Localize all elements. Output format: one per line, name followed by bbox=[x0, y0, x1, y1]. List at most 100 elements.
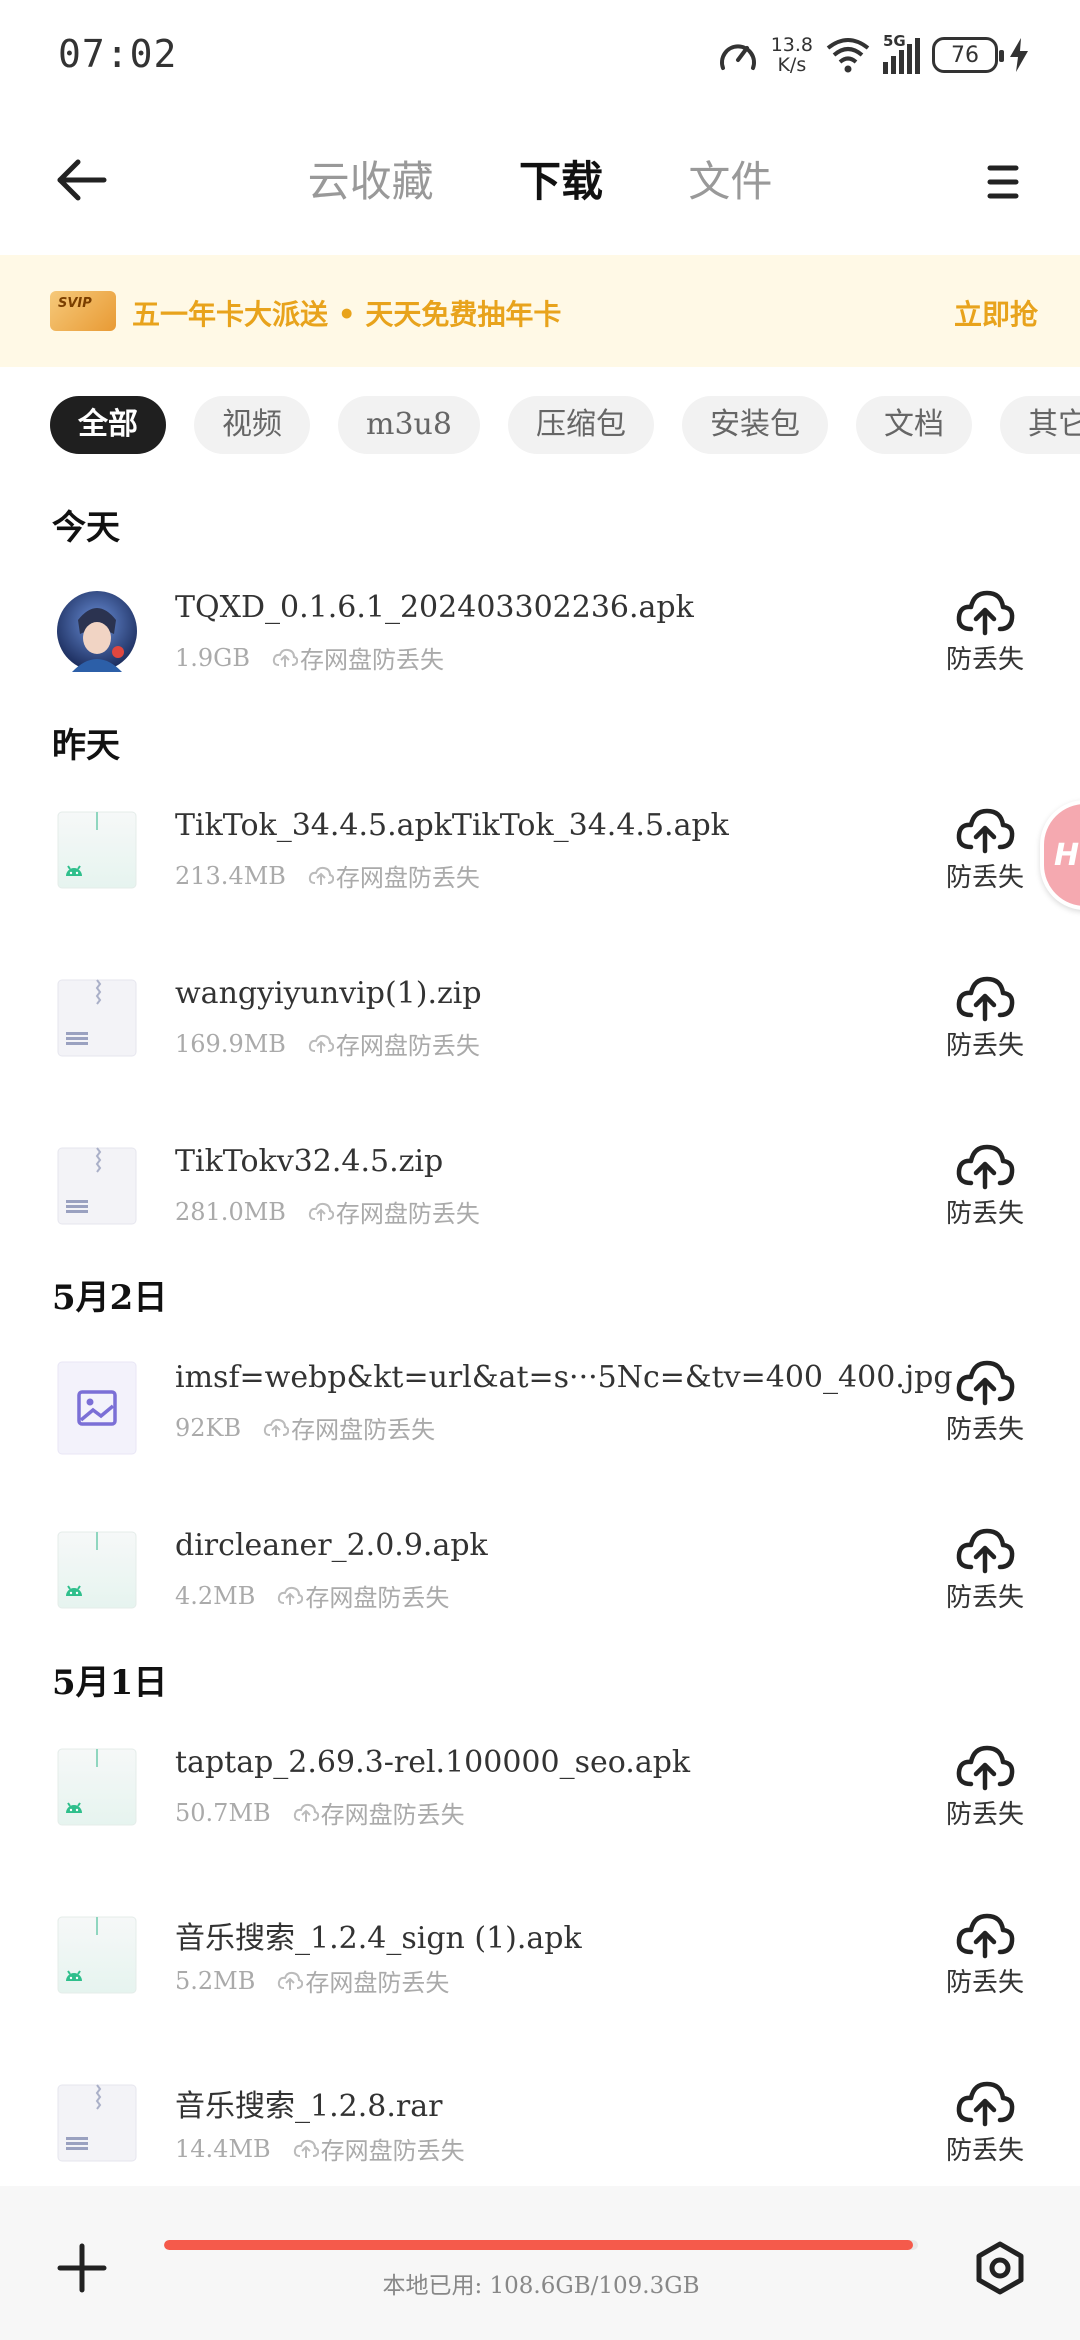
cloud-upload-icon bbox=[956, 2081, 1015, 2127]
file-meta: 5.2MB 存网盘防丢失 bbox=[175, 1963, 449, 1998]
cloud-upload-icon bbox=[956, 1528, 1015, 1574]
charging-icon bbox=[1010, 38, 1028, 72]
file-meta: 281.0MB 存网盘防丢失 bbox=[175, 1194, 480, 1229]
file-meta: 50.7MB 存网盘防丢失 bbox=[175, 1795, 465, 1830]
menu-icon[interactable] bbox=[972, 154, 1032, 210]
file-name: taptap_2.69.3-rel.100000_seo.apk bbox=[175, 1745, 691, 1780]
file-row[interactable]: imsf=webp&kt=url&at=s···5Nc=&tv=400_400.… bbox=[0, 1360, 1080, 1510]
save-to-cloud-hint: 存网盘防丢失 bbox=[305, 1969, 450, 1997]
file-size: 5.2MB bbox=[175, 1966, 256, 1995]
settings-hexagon-icon[interactable] bbox=[970, 2238, 1030, 2298]
section-header: 昨天 bbox=[52, 726, 120, 766]
tab-files[interactable]: 文件 bbox=[688, 148, 772, 209]
upload-label: 防丢失 bbox=[945, 1583, 1024, 1613]
game-avatar-icon bbox=[56, 590, 138, 672]
zip-file-icon bbox=[56, 1144, 138, 1226]
file-row[interactable]: 音乐搜索_1.2.4_sign (1).apk 5.2MB 存网盘防丢失 防丢失 bbox=[0, 1913, 1080, 2063]
cloud-upload-small-icon bbox=[308, 1202, 334, 1221]
apk-file-icon bbox=[56, 1913, 138, 1995]
cloud-upload-small-icon bbox=[272, 648, 298, 667]
upload-backup-button[interactable]: 防丢失 bbox=[945, 803, 1025, 894]
section-header: 今天 bbox=[52, 508, 120, 548]
upload-label: 防丢失 bbox=[945, 1415, 1024, 1445]
file-name: imsf=webp&kt=url&at=s···5Nc=&tv=400_400.… bbox=[175, 1360, 953, 1395]
file-name: TikTok_34.4.5.apkTikTok_34.4.5.apk bbox=[175, 808, 729, 843]
zip-file-icon bbox=[56, 2081, 138, 2163]
top-nav: 云收藏 下载 文件 bbox=[0, 140, 1080, 220]
upload-backup-button[interactable]: 防丢失 bbox=[945, 1740, 1025, 1831]
cloud-upload-small-icon bbox=[293, 2139, 319, 2158]
file-name: 音乐搜索_1.2.8.rar bbox=[175, 2089, 443, 2124]
promo-cta-button[interactable]: 立即抢 bbox=[954, 293, 1038, 333]
chip-apk[interactable]: 安装包 bbox=[681, 396, 828, 454]
file-size: 50.7MB bbox=[175, 1798, 271, 1827]
speedometer-icon bbox=[719, 44, 756, 70]
cloud-upload-small-icon bbox=[308, 866, 334, 885]
chip-other[interactable]: 其它 bbox=[999, 396, 1080, 454]
file-size: 14.4MB bbox=[175, 2134, 271, 2163]
apk-file-icon bbox=[56, 1745, 138, 1827]
save-to-cloud-hint: 存网盘防丢失 bbox=[335, 1200, 480, 1228]
upload-label: 防丢失 bbox=[945, 2136, 1024, 2166]
plus-icon[interactable] bbox=[52, 2238, 112, 2298]
upload-backup-button[interactable]: 防丢失 bbox=[945, 1139, 1025, 1230]
apk-file-icon bbox=[56, 1528, 138, 1610]
chip-video[interactable]: 视频 bbox=[194, 396, 310, 454]
save-to-cloud-hint: 存网盘防丢失 bbox=[299, 646, 444, 674]
promo-banner[interactable]: SVIP 五一年卡大派送 • 天天免费抽年卡 立即抢 bbox=[0, 255, 1080, 367]
cloud-upload-icon bbox=[956, 590, 1015, 636]
file-name: dircleaner_2.0.9.apk bbox=[175, 1528, 488, 1563]
tab-downloads[interactable]: 下载 bbox=[519, 148, 603, 209]
file-name: TikTokv32.4.5.zip bbox=[175, 1144, 444, 1179]
apk-file-icon bbox=[56, 808, 138, 890]
status-time: 07:02 bbox=[58, 32, 178, 76]
upload-label: 防丢失 bbox=[945, 1031, 1024, 1061]
chip-all[interactable]: 全部 bbox=[50, 396, 166, 454]
svip-card-icon: SVIP bbox=[50, 291, 116, 331]
upload-label: 防丢失 bbox=[945, 863, 1024, 893]
file-row[interactable]: taptap_2.69.3-rel.100000_seo.apk 50.7MB 存网… bbox=[0, 1745, 1080, 1895]
file-meta: 4.2MB 存网盘防丢失 bbox=[175, 1578, 449, 1613]
cloud-upload-small-icon bbox=[293, 1803, 319, 1822]
section-header: 5月2日 bbox=[52, 1278, 168, 1318]
tab-bar: 云收藏 下载 文件 bbox=[0, 148, 1080, 209]
network-type: 5G bbox=[883, 32, 906, 50]
file-row[interactable]: TQXD_0.1.6.1_202403302236.apk 1.9GB 存网盘防丢失… bbox=[0, 590, 1080, 740]
upload-backup-button[interactable]: 防丢失 bbox=[945, 2076, 1025, 2167]
file-name: wangyiyunvip(1).zip bbox=[175, 976, 482, 1011]
upload-backup-button[interactable]: 防丢失 bbox=[945, 1355, 1025, 1446]
battery-indicator: 76 bbox=[932, 37, 1004, 73]
chip-document[interactable]: 文档 bbox=[855, 396, 972, 454]
upload-backup-button[interactable]: 防丢失 bbox=[945, 1908, 1025, 1999]
file-size: 169.9MB bbox=[175, 1029, 286, 1058]
file-row[interactable]: wangyiyunvip(1).zip 169.9MB 存网盘防丢失 防丢失 bbox=[0, 976, 1080, 1126]
upload-label: 防丢失 bbox=[945, 1199, 1024, 1229]
file-size: 1.9GB bbox=[175, 643, 250, 672]
save-to-cloud-hint: 存网盘防丢失 bbox=[335, 1032, 480, 1060]
status-bar: 07:02 13.8 K/s 5G 76 bbox=[0, 0, 1080, 110]
save-to-cloud-hint: 存网盘防丢失 bbox=[291, 1416, 436, 1444]
upload-label: 防丢失 bbox=[945, 645, 1024, 675]
chip-archive[interactable]: 压缩包 bbox=[507, 396, 654, 454]
signal-icon: 5G bbox=[883, 32, 920, 74]
save-to-cloud-hint: 存网盘防丢失 bbox=[305, 1584, 450, 1612]
file-size: 4.2MB bbox=[175, 1581, 256, 1610]
file-name: 音乐搜索_1.2.4_sign (1).apk bbox=[175, 1921, 582, 1956]
cloud-upload-icon bbox=[956, 976, 1015, 1022]
upload-backup-button[interactable]: 防丢失 bbox=[945, 1523, 1025, 1614]
storage-progress-fill bbox=[164, 2240, 914, 2250]
tab-cloud-favorites[interactable]: 云收藏 bbox=[308, 148, 434, 209]
file-size: 92KB bbox=[175, 1413, 242, 1442]
cloud-upload-icon bbox=[956, 1745, 1015, 1791]
wifi-icon bbox=[826, 38, 870, 73]
cloud-upload-small-icon bbox=[263, 1418, 290, 1437]
storage-usage-text: 本地已用: 108.6GB/109.3GB bbox=[382, 2273, 700, 2299]
upload-backup-button[interactable]: 防丢失 bbox=[945, 971, 1025, 1062]
save-to-cloud-hint: 存网盘防丢失 bbox=[320, 1801, 465, 1829]
cloud-upload-icon bbox=[956, 1360, 1015, 1406]
file-meta: 169.9MB 存网盘防丢失 bbox=[175, 1026, 480, 1061]
storage-progress-bar bbox=[164, 2240, 918, 2250]
upload-backup-button[interactable]: 防丢失 bbox=[945, 585, 1025, 676]
chip-m3u8[interactable]: m3u8 bbox=[338, 396, 480, 454]
file-row[interactable]: TikTok_34.4.5.apkTikTok_34.4.5.apk 213.4M… bbox=[0, 808, 1080, 958]
